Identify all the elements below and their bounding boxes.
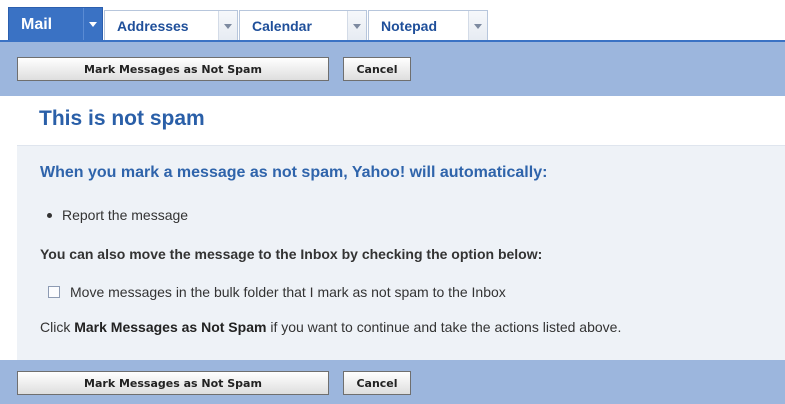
list-item: Report the message [47,207,188,223]
tab-menu-button[interactable] [218,11,237,41]
tab-menu-button[interactable] [347,11,366,41]
tab-label: Notepad [381,18,437,34]
tab-notepad[interactable]: Notepad [368,10,488,41]
not-spam-info: When you mark a message as not spam, Yah… [17,145,785,361]
tab-label: Mail [21,15,53,33]
chevron-down-icon [474,23,482,29]
chevron-down-icon [224,23,232,29]
mark-not-spam-button[interactable]: Mark Messages as Not Spam [17,57,329,81]
top-toolbar: Mark Messages as Not Spam Cancel [0,40,785,96]
chevron-down-icon [89,22,97,27]
list-item-text: Report the message [62,207,189,223]
tab-label: Calendar [252,18,312,34]
tab-addresses[interactable]: Addresses [104,10,238,41]
bottom-toolbar: Mark Messages as Not Spam Cancel [0,360,785,404]
tab-menu-button[interactable] [468,11,487,41]
move-to-inbox-option[interactable]: Move messages in the bulk folder that I … [48,284,506,300]
move-option-heading: You can also move the message to the Inb… [40,246,543,262]
tab-menu-button[interactable] [83,8,102,41]
tab-label: Addresses [117,18,189,34]
mark-not-spam-button-bottom[interactable]: Mark Messages as Not Spam [17,371,329,395]
instruction-prefix: Click [40,319,75,335]
instruction-bold: Mark Messages as Not Spam [74,319,267,335]
page-title: This is not spam [39,107,205,130]
auto-actions-heading: When you mark a message as not spam, Yah… [40,164,548,181]
tab-mail[interactable]: Mail [8,7,103,41]
chevron-down-icon [353,23,361,29]
move-to-inbox-label[interactable]: Move messages in the bulk folder that I … [70,284,506,300]
bullet-icon [47,212,52,218]
cancel-button-bottom[interactable]: Cancel [343,371,411,395]
move-to-inbox-checkbox[interactable] [48,286,60,298]
cancel-button[interactable]: Cancel [343,57,411,81]
instruction-suffix: if you want to continue and take the act… [266,319,622,335]
tab-calendar[interactable]: Calendar [239,10,367,41]
instruction-text: Click Mark Messages as Not Spam if you w… [40,319,621,335]
main-content: This is not spam When you mark a message… [17,98,785,361]
app-tabs: Mail Addresses Calendar Notepad [0,0,785,41]
